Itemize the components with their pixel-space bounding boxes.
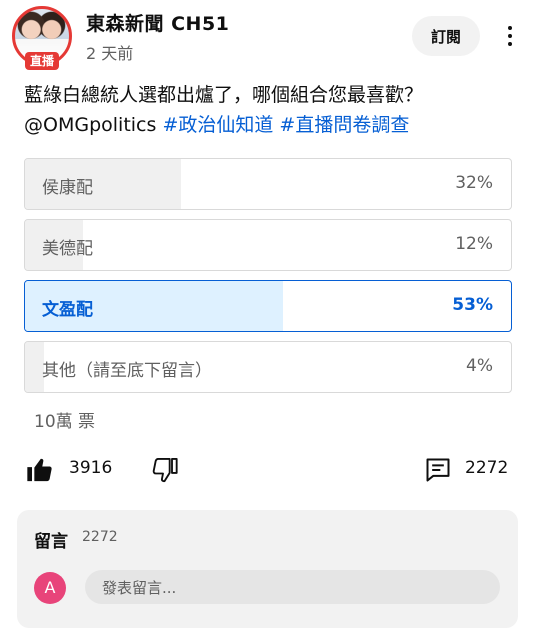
live-badge: 直播 <box>25 52 59 70</box>
poll-option-label: 其他（請至底下留言） <box>42 361 212 381</box>
poll-option-percent: 12% <box>455 234 493 254</box>
post-text: 藍綠白總統人選都出爐了，哪個組合您最喜歡？ @OMGpolitics #政治仙知… <box>24 80 524 140</box>
channel-name[interactable]: 東森新聞 CH51 <box>86 9 229 36</box>
comments-count: 2272 <box>82 529 118 545</box>
vote-count: 10萬 票 <box>34 412 96 432</box>
post-timestamp: 2 天前 <box>86 44 134 63</box>
post-header: 直播 東森新聞 CH51 2 天前 訂閱 <box>0 0 535 75</box>
action-bar: 3916 2272 <box>0 448 535 492</box>
comment-input[interactable]: 發表留言... <box>85 570 500 604</box>
post-question: 藍綠白總統人選都出爐了，哪個組合您最喜歡？ <box>24 84 424 106</box>
user-avatar[interactable]: A <box>34 572 66 604</box>
post-tags-line: @OMGpolitics #政治仙知道 #直播問卷調查 <box>24 110 524 140</box>
comment-count: 2272 <box>465 458 509 478</box>
comments-title: 留言 <box>34 532 68 552</box>
like-count: 3916 <box>69 458 113 478</box>
poll-option[interactable]: 其他（請至底下留言） 4% <box>24 341 512 393</box>
hashtag-link[interactable]: #直播問卷調查 <box>279 114 409 136</box>
poll-option-label: 美德配 <box>42 239 93 259</box>
poll-option-percent: 4% <box>466 356 493 376</box>
poll-option-label: 侯康配 <box>42 178 93 198</box>
channel-avatar[interactable]: 直播 <box>12 6 72 70</box>
subscribe-button[interactable]: 訂閱 <box>412 16 480 56</box>
poll-option[interactable]: 美德配 12% <box>24 219 512 271</box>
comment-icon[interactable] <box>424 456 452 484</box>
poll-option-percent: 53% <box>452 295 493 315</box>
poll-option-percent: 32% <box>455 173 493 193</box>
thumbs-down-icon[interactable] <box>151 456 179 484</box>
more-options-icon[interactable] <box>498 22 522 50</box>
comments-section[interactable]: 留言 2272 A 發表留言... <box>17 510 518 628</box>
poll-option[interactable]: 文盈配 53% <box>24 280 512 332</box>
poll-option-label: 文盈配 <box>42 300 93 320</box>
thumbs-up-icon[interactable] <box>25 456 53 484</box>
poll-option[interactable]: 侯康配 32% <box>24 158 512 210</box>
mention-link[interactable]: @OMGpolitics <box>24 114 156 136</box>
hashtag-link[interactable]: #政治仙知道 <box>162 114 273 136</box>
poll-options: 侯康配 32% 美德配 12% 文盈配 53% 其他（請至底下留言） 4% <box>24 158 512 402</box>
